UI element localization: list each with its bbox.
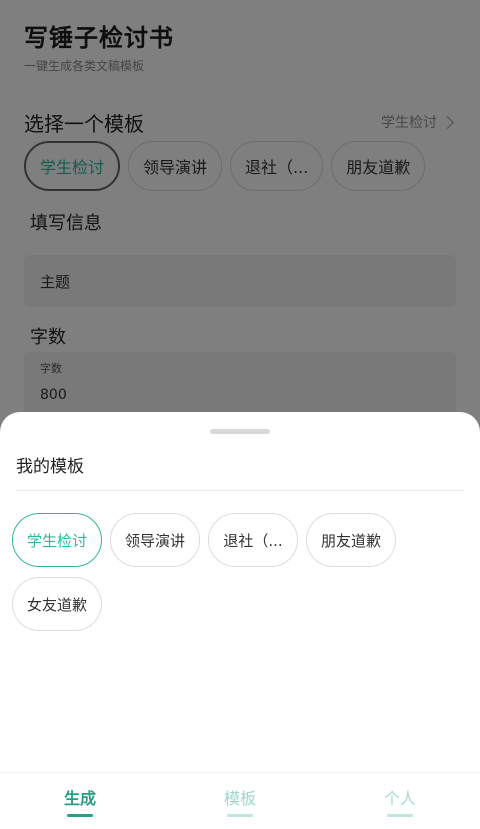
my-templates-sheet: 我的模板 学生检讨 领导演讲 退社（... 朋友道歉 女友道歉: [0, 412, 480, 828]
nav-templates-label: 模板: [223, 789, 256, 808]
my-template-chip-leader-speech[interactable]: 领导演讲: [110, 513, 200, 567]
nav-profile-label: 个人: [383, 789, 416, 808]
nav-generate-indicator: [67, 814, 93, 817]
nav-generate-label: 生成: [63, 789, 96, 808]
sheet-title: 我的模板: [16, 457, 84, 477]
my-template-grid: 学生检讨 领导演讲 退社（... 朋友道歉 女友道歉: [12, 513, 472, 631]
nav-tab-templates[interactable]: 模板: [180, 785, 300, 817]
nav-tab-generate[interactable]: 生成: [20, 785, 140, 817]
my-template-chip-student[interactable]: 学生检讨: [12, 513, 102, 567]
sheet-divider: [16, 490, 464, 491]
bottom-nav: 生成 模板 个人: [0, 772, 480, 829]
nav-templates-indicator: [227, 814, 253, 817]
my-template-chip-quit-club[interactable]: 退社（...: [208, 513, 298, 567]
my-template-chip-friend-apology[interactable]: 朋友道歉: [306, 513, 396, 567]
nav-profile-indicator: [387, 814, 413, 817]
nav-tab-profile[interactable]: 个人: [340, 785, 460, 817]
my-template-chip-girlfriend-apology[interactable]: 女友道歉: [12, 577, 102, 631]
drag-handle[interactable]: [210, 429, 270, 434]
